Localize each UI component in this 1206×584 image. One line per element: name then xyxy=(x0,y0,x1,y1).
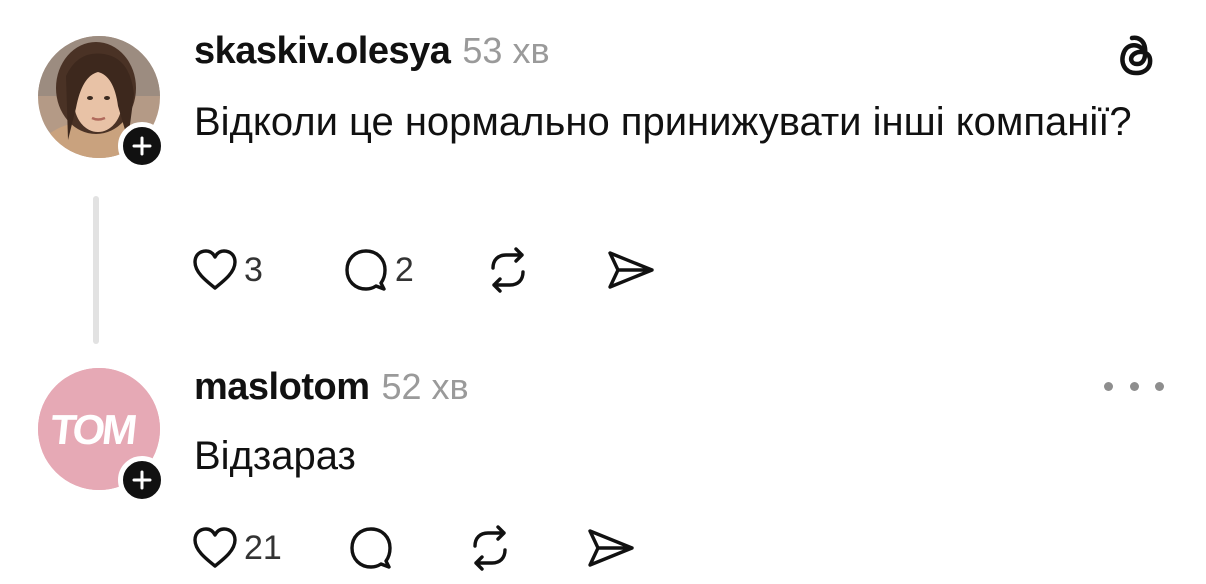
repost-icon xyxy=(491,247,525,293)
threads-logo-icon[interactable] xyxy=(1110,30,1162,82)
repost-button[interactable] xyxy=(484,247,532,293)
follow-button[interactable] xyxy=(118,122,166,170)
like-count: 21 xyxy=(244,528,282,567)
like-count: 3 xyxy=(244,250,263,289)
timestamp: 53 хв xyxy=(462,30,550,71)
timestamp: 52 хв xyxy=(381,366,469,407)
more-horizontal-icon xyxy=(1104,381,1113,391)
send-icon xyxy=(608,251,654,289)
repost-icon xyxy=(473,525,507,571)
like-button[interactable]: 21 xyxy=(192,526,282,570)
avatar-logo-text: TOM xyxy=(48,406,137,453)
like-button[interactable]: 3 xyxy=(192,248,263,292)
post-header: skaskiv.olesya 53 хв xyxy=(194,30,550,73)
speech-bubble-icon xyxy=(350,527,392,569)
plus-icon xyxy=(132,470,152,490)
share-button[interactable] xyxy=(606,247,656,293)
more-horizontal-icon xyxy=(1129,381,1139,391)
reply-button[interactable]: 2 xyxy=(343,247,414,293)
post-header: maslotom 52 хв xyxy=(194,366,469,409)
heart-icon xyxy=(193,249,237,290)
action-bar: 3 2 xyxy=(192,242,656,298)
follow-button[interactable] xyxy=(118,456,166,504)
more-options-button[interactable] xyxy=(1104,376,1164,396)
action-bar: 21 xyxy=(192,520,636,576)
more-horizontal-icon xyxy=(1155,381,1164,391)
post-text: Відколи це нормально принижувати інші ко… xyxy=(194,100,1132,144)
post-text: Відзараз xyxy=(194,434,356,478)
reply-button[interactable] xyxy=(348,525,394,571)
thread-line xyxy=(93,196,99,344)
speech-bubble-icon xyxy=(345,249,387,291)
username[interactable]: maslotom xyxy=(194,366,370,409)
send-icon xyxy=(588,529,634,567)
share-button[interactable] xyxy=(586,525,636,571)
post-skaskiv-olesya: skaskiv.olesya 53 хв Відколи це нормальн… xyxy=(0,0,1206,350)
heart-icon xyxy=(193,527,237,568)
post-maslotom: TOM maslotom 52 хв Відзараз 21 xyxy=(0,350,1206,584)
plus-icon xyxy=(132,136,152,156)
repost-button[interactable] xyxy=(466,525,514,571)
username[interactable]: skaskiv.olesya xyxy=(194,30,451,73)
reply-count: 2 xyxy=(394,250,414,289)
